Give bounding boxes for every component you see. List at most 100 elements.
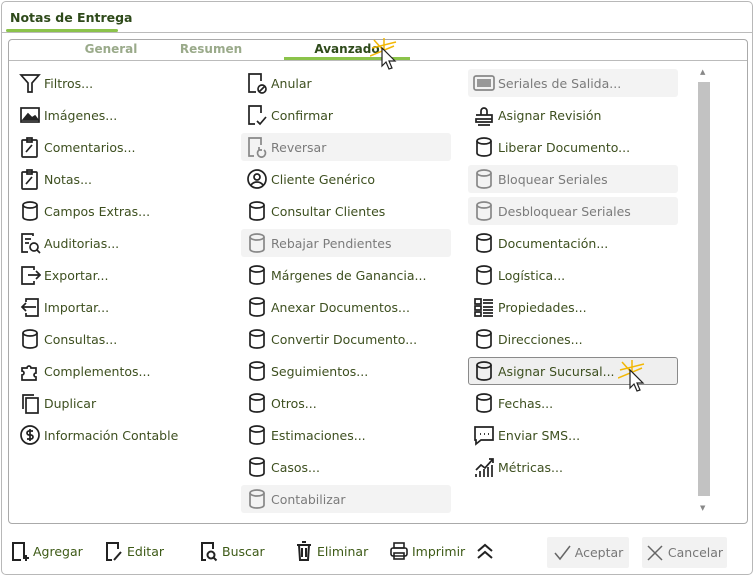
database-icon: [476, 361, 492, 381]
menu-item-duplicar[interactable]: Duplicar: [14, 389, 224, 417]
menu-item-cliente-genérico[interactable]: Cliente Genérico: [241, 165, 451, 193]
menu-item-label: Complementos...: [44, 363, 151, 379]
tab-resumen[interactable]: Resumen: [148, 42, 274, 56]
menu-item-label: Enviar SMS...: [498, 427, 581, 443]
menu-item-confirmar[interactable]: Confirmar: [241, 101, 451, 129]
edit-button[interactable]: Editar: [104, 540, 164, 562]
database-icon: [249, 329, 265, 349]
check-icon: [554, 545, 571, 560]
menu-item-label: Consultas...: [44, 331, 118, 347]
menu-item-label: Estimaciones...: [271, 427, 366, 443]
copy-icon: [22, 394, 39, 414]
menu-item-liberar-documento[interactable]: Liberar Documento...: [468, 133, 678, 161]
menu-item-label: Seguimientos...: [271, 363, 369, 379]
menu-item-label: Auditorias...: [44, 235, 120, 251]
database-icon: [249, 265, 265, 285]
doc-cancel-icon: [248, 73, 267, 94]
menu-item-casos[interactable]: Casos...: [241, 453, 451, 481]
menu-item-propiedades[interactable]: Propiedades...: [468, 293, 678, 321]
menu-item-exportar[interactable]: Exportar...: [14, 261, 224, 289]
menu-item-label: Convertir Documento...: [271, 331, 418, 347]
accept-button[interactable]: Aceptar: [547, 537, 629, 568]
menu-item-imágenes[interactable]: Imágenes...: [14, 101, 224, 129]
database-icon: [22, 329, 38, 349]
menu-item-desbloquear-seriales: Desbloquear Seriales: [468, 197, 678, 225]
edit-doc-icon: [106, 542, 122, 561]
search-label: Buscar: [222, 543, 265, 559]
doc-check-icon: [248, 105, 267, 126]
menu-item-otros[interactable]: Otros...: [241, 389, 451, 417]
database-icon: [476, 393, 492, 413]
menu-item-label: Asignar Revisión: [498, 107, 602, 123]
menu-item-anexar-documentos[interactable]: Anexar Documentos...: [241, 293, 451, 321]
delete-button[interactable]: Eliminar: [294, 540, 368, 562]
grid-list-icon: [474, 298, 493, 317]
menu-item-label: Rebajar Pendientes: [271, 235, 392, 251]
search-button[interactable]: Buscar: [199, 540, 265, 562]
menu-item-asignar-sucursal[interactable]: Asignar Sucursal...: [468, 357, 678, 385]
menu-item-enviar-sms[interactable]: Enviar SMS...: [468, 421, 678, 449]
scrollbar[interactable]: ▲ ▼: [697, 66, 711, 514]
scroll-up-icon[interactable]: ▲: [700, 68, 705, 76]
menu-item-label: Imágenes...: [44, 107, 118, 123]
edit-label: Editar: [127, 543, 165, 559]
menu-item-auditorias[interactable]: Auditorias...: [14, 229, 224, 257]
menu-item-notas[interactable]: Notas...: [14, 165, 224, 193]
menu-item-direcciones[interactable]: Direcciones...: [468, 325, 678, 353]
cursor-click-icon: [370, 38, 397, 70]
menu-item-filtros[interactable]: Filtros...: [14, 69, 224, 97]
menu-item-rebajar-pendientes: Rebajar Pendientes: [241, 229, 451, 257]
menu-item-label: Consultar Clientes: [271, 203, 386, 219]
menu-item-métricas[interactable]: Métricas...: [468, 453, 678, 481]
menu-item-label: Reversar: [271, 139, 327, 155]
clipboard-icon: [21, 169, 38, 190]
export-icon: [21, 266, 41, 285]
menu-item-campos-extras[interactable]: Campos Extras...: [14, 197, 224, 225]
menu-item-label: Confirmar: [271, 107, 334, 123]
menu-item-label: Filtros...: [44, 75, 94, 91]
scrollbar-thumb[interactable]: [698, 82, 710, 496]
chat-icon: [474, 426, 494, 446]
menu-item-complementos[interactable]: Complementos...: [14, 357, 224, 385]
collapse-button[interactable]: [475, 540, 498, 562]
divider: [1, 32, 753, 33]
menu-item-bloquear-seriales: Bloquear Seriales: [468, 165, 678, 193]
menu-item-consultas[interactable]: Consultas...: [14, 325, 224, 353]
database-icon: [476, 329, 492, 349]
import-icon: [20, 298, 39, 317]
cancel-label: Cancelar: [667, 545, 724, 560]
menu-item-importar[interactable]: Importar...: [14, 293, 224, 321]
menu-item-información-contable[interactable]: Información Contable: [14, 421, 224, 449]
menu-item-comentarios[interactable]: Comentarios...: [14, 133, 224, 161]
doc-undo-icon: [248, 137, 267, 158]
print-label: Imprimir: [412, 543, 466, 559]
menu-item-label: Exportar...: [44, 267, 109, 283]
database-icon: [476, 233, 492, 253]
menu-item-anular[interactable]: Anular: [241, 69, 451, 97]
printer-icon: [390, 542, 408, 560]
menu-item-fechas[interactable]: Fechas...: [468, 389, 678, 417]
cancel-button[interactable]: Cancelar: [642, 537, 727, 568]
database-icon: [249, 297, 265, 317]
print-button[interactable]: Imprimir: [389, 540, 465, 562]
menu-item-convertir-documento[interactable]: Convertir Documento...: [241, 325, 451, 353]
menu-item-label: Importar...: [44, 299, 110, 315]
menu-item-asignar-revisión[interactable]: Asignar Revisión: [468, 101, 678, 129]
database-icon: [476, 265, 492, 285]
menu-item-label: Otros...: [271, 395, 317, 411]
add-button[interactable]: Agregar: [10, 540, 83, 562]
close-icon: [647, 544, 663, 561]
menu-item-estimaciones[interactable]: Estimaciones...: [241, 421, 451, 449]
window-title: Notas de Entrega: [10, 10, 133, 25]
menu-item-márgenes-de-ganancia[interactable]: Márgenes de Ganancia...: [241, 261, 451, 289]
menu-item-logística[interactable]: Logística...: [468, 261, 678, 289]
menu-item-seguimientos[interactable]: Seguimientos...: [241, 357, 451, 385]
menu-item-consultar-clientes[interactable]: Consultar Clientes: [241, 197, 451, 225]
menu-item-label: Contabilizar: [271, 491, 346, 507]
menu-item-documentación[interactable]: Documentación...: [468, 229, 678, 257]
barcode-icon: [473, 75, 495, 91]
database-icon: [249, 233, 265, 253]
menu-item-seriales-de-salida: Seriales de Salida...: [468, 69, 678, 97]
scroll-down-icon[interactable]: ▼: [700, 504, 705, 512]
menu-item-label: Comentarios...: [44, 139, 136, 155]
